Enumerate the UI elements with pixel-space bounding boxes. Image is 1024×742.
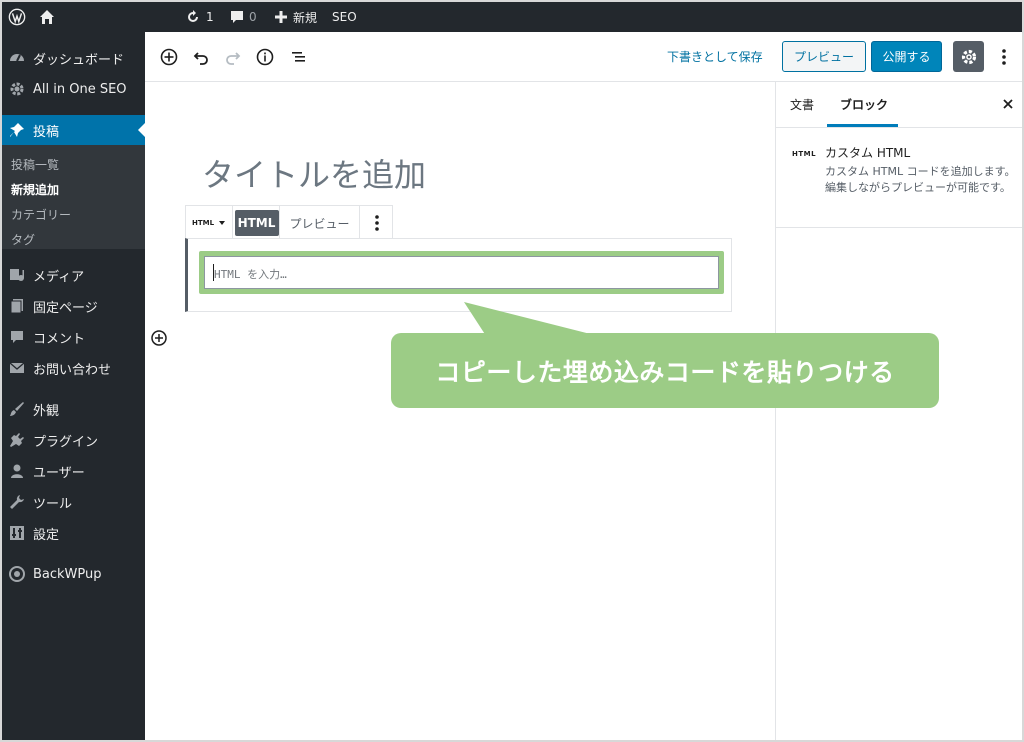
sidebar-item-label: お問い合わせ [33,362,112,378]
sidebar-item-label: コメント [33,331,86,347]
sidebar-item-posts[interactable]: 投稿 [2,115,145,145]
mail-icon [9,360,25,376]
seo-link[interactable]: SEO [332,2,357,32]
html-input-highlight: HTML を入力… [199,251,724,294]
plus-icon[interactable] [274,2,288,32]
screenshot-frame: 1 0 新規 SEO ダッシュボード All in One SEO 投稿 投稿一… [0,0,1024,742]
redo-icon[interactable] [222,46,244,68]
block-description: カスタム HTML コードを追加します。編集しながらプレビューが可能です。 [825,165,1016,194]
sidebar-item-label: ダッシュボード [33,52,125,68]
sidebar-item-label: メディア [33,269,85,285]
sidebar-item-label: 外観 [33,403,60,419]
sidebar-item-aioseo[interactable]: All in One SEO [2,74,145,104]
submenu-item-add-new[interactable]: 新規追加 [11,181,59,198]
html-input-placeholder: HTML を入力… [214,268,287,281]
media-icon [9,267,25,283]
active-tab-indicator [827,124,898,127]
html-block-icon: HTML [792,150,817,158]
gear-icon [961,49,976,64]
pin-icon [9,122,25,138]
sidebar-item-tools[interactable]: ツール [2,487,145,517]
editor-header: 下書きとして保存 プレビュー 公開する [145,32,1022,82]
more-options-icon[interactable] [997,45,1011,69]
submenu-item-tags[interactable]: タグ [11,231,35,248]
close-icon[interactable] [1001,96,1015,110]
sidebar-item-label: ツール [33,496,73,512]
sidebar-item-settings[interactable]: 設定 [2,518,145,548]
settings-icon [9,525,25,541]
save-draft-button[interactable]: 下書きとして保存 [667,48,763,65]
page-icon [9,298,25,314]
submenu-item-categories[interactable]: カテゴリー [11,206,71,223]
comment-bubble-icon[interactable] [230,2,244,32]
chevron-down-icon [219,221,226,225]
sidebar-item-dashboard[interactable]: ダッシュボード [2,43,145,73]
sidebar-item-appearance[interactable]: 外観 [2,394,145,424]
block-switcher-button[interactable]: HTML [186,206,233,240]
posts-submenu: 投稿一覧 新規追加 カテゴリー タグ [2,145,145,249]
sidebar-item-label: ユーザー [33,465,85,481]
undo-icon[interactable] [190,46,212,68]
block-title: カスタム HTML [825,146,911,160]
settings-tabs: 文書 ブロック [776,82,1022,128]
sidebar-item-label: プラグイン [33,434,99,450]
html-code-input[interactable]: HTML を入力… [204,256,719,289]
admin-sidebar: ダッシュボード All in One SEO 投稿 投稿一覧 新規追加 カテゴリ… [2,32,145,740]
block-inserter-icon[interactable] [150,329,168,347]
submenu-item-all-posts[interactable]: 投稿一覧 [11,156,59,173]
admin-bar: 1 0 新規 SEO [2,2,1022,32]
tab-preview[interactable]: プレビュー [280,206,360,240]
tab-html[interactable]: HTML [234,206,280,240]
block-toolbar: HTML HTML プレビュー [185,205,393,240]
tab-block[interactable]: ブロック [840,96,888,113]
html-tab-label: HTML [234,210,279,236]
sidebar-item-users[interactable]: ユーザー [2,456,145,486]
annotation-callout: コピーした埋め込みコードを貼りつける [391,333,939,408]
settings-toggle-button[interactable] [953,41,984,72]
dashboard-icon [9,50,25,66]
sidebar-item-label: 固定ページ [33,300,98,316]
sidebar-item-pages[interactable]: 固定ページ [2,291,145,321]
wrench-icon [9,494,25,510]
sidebar-item-plugins[interactable]: プラグイン [2,425,145,455]
backwpup-icon [9,566,25,582]
outline-icon[interactable] [288,46,310,68]
block-info-card: HTML カスタム HTML カスタム HTML コードを追加します。編集しなが… [776,128,1022,228]
sidebar-item-label: All in One SEO [33,81,127,97]
sidebar-item-label: BackWPup [33,566,102,582]
block-switcher-label: HTML [191,219,215,227]
home-icon[interactable] [39,2,55,32]
updates-icon[interactable] [185,2,201,32]
block-more-options-icon[interactable] [360,206,393,240]
preview-button[interactable]: プレビュー [782,41,866,72]
publish-button[interactable]: 公開する [871,41,942,72]
add-block-icon[interactable] [158,46,180,68]
post-title-input[interactable]: タイトルを追加 [202,150,426,196]
comments-count[interactable]: 0 [249,2,257,32]
comment-icon [9,329,25,345]
user-icon [9,463,25,479]
wordpress-logo-icon[interactable] [8,2,26,32]
sidebar-item-label: 設定 [33,527,60,543]
new-link[interactable]: 新規 [293,2,317,32]
info-icon[interactable] [254,46,276,68]
sidebar-item-contact[interactable]: お問い合わせ [2,353,145,383]
updates-count[interactable]: 1 [206,2,214,32]
settings-sidebar: 文書 ブロック HTML カスタム HTML カスタム HTML コードを追加し… [775,82,1022,740]
sidebar-item-label: 投稿 [33,124,60,140]
sidebar-item-comments[interactable]: コメント [2,322,145,352]
custom-html-block: HTML を入力… [185,238,732,312]
sidebar-item-media[interactable]: メディア [2,260,145,290]
gear-icon [9,81,25,97]
annotation-text: コピーした埋め込みコードを貼りつける [435,357,895,387]
plugin-icon [9,432,25,448]
brush-icon [9,401,25,417]
sidebar-item-backwpup[interactable]: BackWPup [2,559,145,589]
tab-document[interactable]: 文書 [790,96,814,113]
